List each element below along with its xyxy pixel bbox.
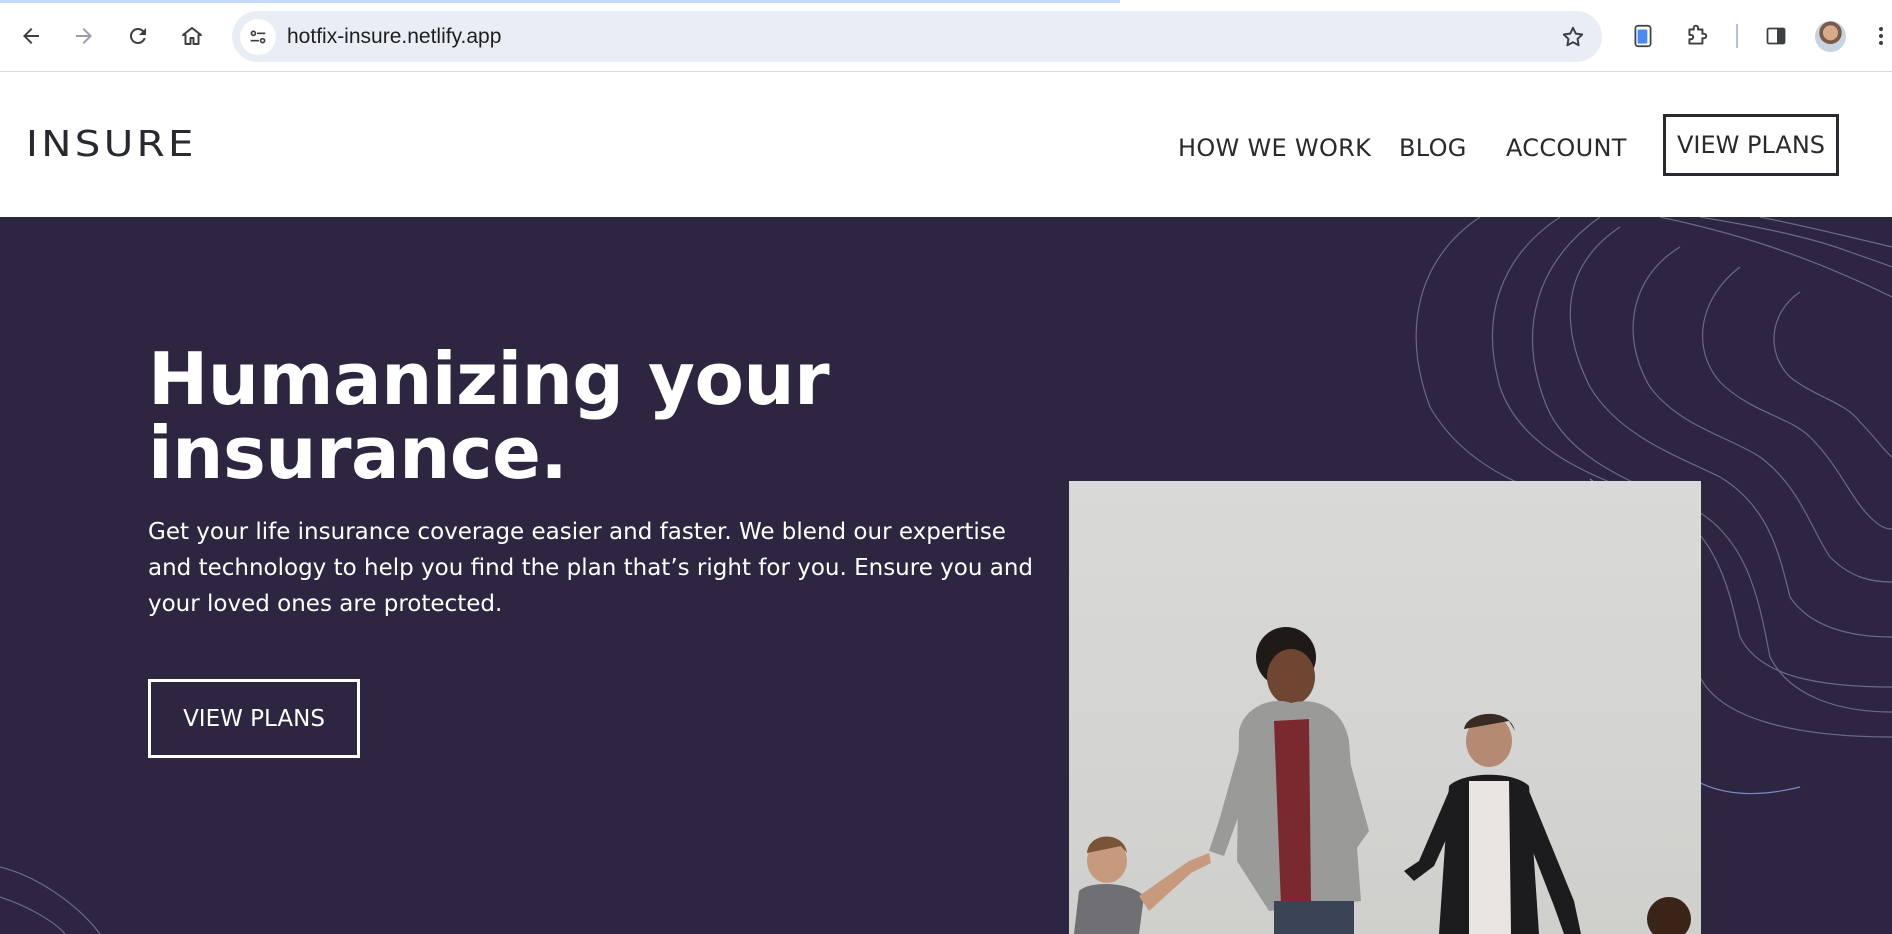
page-load-progress (0, 0, 1120, 3)
kebab-menu-icon (1879, 27, 1883, 45)
site-info-button[interactable] (240, 19, 276, 55)
extensions-button[interactable] (1681, 20, 1713, 52)
extension-button[interactable] (1627, 20, 1659, 52)
home-icon (182, 27, 202, 45)
hero-description: Get your life insurance coverage easier … (148, 519, 1034, 617)
home-button[interactable] (172, 16, 212, 56)
back-button[interactable] (11, 16, 51, 56)
browser-toolbar: hotfix-insure.netlify.app (0, 0, 1892, 72)
nav-how-we-work[interactable]: HOW WE WORK (1178, 134, 1371, 162)
url-text[interactable]: hotfix-insure.netlify.app (287, 25, 501, 49)
phone-extension-icon (1634, 24, 1652, 48)
site-header: INSURE HOW WE WORK BLOG ACCOUNT VIEW PLA… (0, 72, 1892, 217)
forward-arrow-icon (76, 28, 92, 44)
hero-view-plans-button[interactable]: VIEW PLANS (148, 679, 360, 758)
profile-avatar[interactable] (1815, 21, 1846, 52)
family-illustration (1074, 627, 1691, 934)
nav-account[interactable]: ACCOUNT (1506, 134, 1627, 162)
star-icon[interactable] (1560, 24, 1586, 50)
reload-icon (129, 27, 146, 44)
browser-menu-button[interactable] (1870, 20, 1892, 52)
hero-title: Humanizing your insurance. (148, 342, 948, 490)
hero-title-line-1: Humanizing your (148, 337, 830, 421)
hero-title-line-2: insurance. (148, 411, 568, 495)
toolbar-divider (1736, 24, 1738, 48)
side-panel-button[interactable] (1760, 20, 1792, 52)
family-photo (1069, 481, 1701, 934)
side-panel-icon (1766, 27, 1786, 45)
reload-button[interactable] (118, 16, 158, 56)
forward-button[interactable] (64, 16, 104, 56)
logo[interactable]: INSURE (26, 124, 197, 165)
back-arrow-icon (23, 28, 39, 44)
puzzle-icon (1688, 24, 1708, 45)
header-view-plans-button[interactable]: VIEW PLANS (1663, 114, 1839, 176)
tune-icon (250, 30, 266, 44)
nav-blog[interactable]: BLOG (1399, 134, 1467, 162)
hero-section: Humanizing your insurance. Get your life… (0, 217, 1892, 934)
address-bar[interactable]: hotfix-insure.netlify.app (232, 11, 1602, 62)
